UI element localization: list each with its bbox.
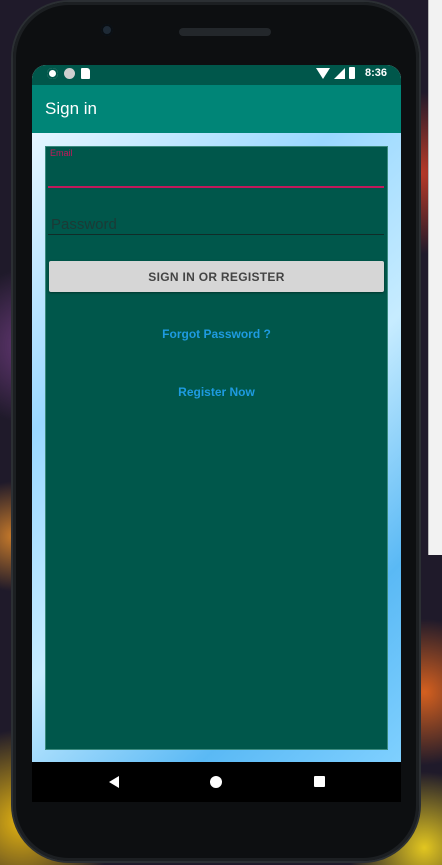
settings-icon (47, 68, 58, 79)
register-now-link[interactable]: Register Now (46, 385, 387, 399)
email-underline (48, 186, 384, 188)
signin-card: Email SIGN IN OR REGISTER Forgot Passwor… (45, 146, 388, 750)
forgot-password-link[interactable]: Forgot Password ? (46, 327, 387, 341)
email-label: Email (50, 148, 73, 158)
signal-icon (333, 67, 345, 79)
password-underline (48, 234, 384, 235)
battery-icon (348, 67, 355, 79)
status-bar: 8:36 (32, 65, 401, 85)
background-window-edge (428, 0, 442, 555)
recents-icon[interactable] (314, 776, 325, 787)
signin-register-button[interactable]: SIGN IN OR REGISTER (49, 261, 384, 292)
home-icon[interactable] (210, 776, 222, 788)
earpiece-speaker (179, 28, 271, 36)
back-icon[interactable] (109, 776, 119, 788)
front-camera (101, 24, 113, 36)
status-time: 8:36 (364, 67, 387, 79)
app-title: Sign in (45, 99, 97, 118)
email-field[interactable] (48, 161, 387, 185)
device-screen: 8:36 Sign in Email SIGN IN OR REGISTER F… (32, 65, 401, 762)
navigation-bar (32, 762, 401, 802)
wifi-icon (315, 67, 330, 79)
app-bar: Sign in (32, 85, 401, 133)
circle-icon (64, 68, 75, 79)
sd-card-icon (81, 68, 90, 79)
content-area: Email SIGN IN OR REGISTER Forgot Passwor… (32, 133, 401, 762)
